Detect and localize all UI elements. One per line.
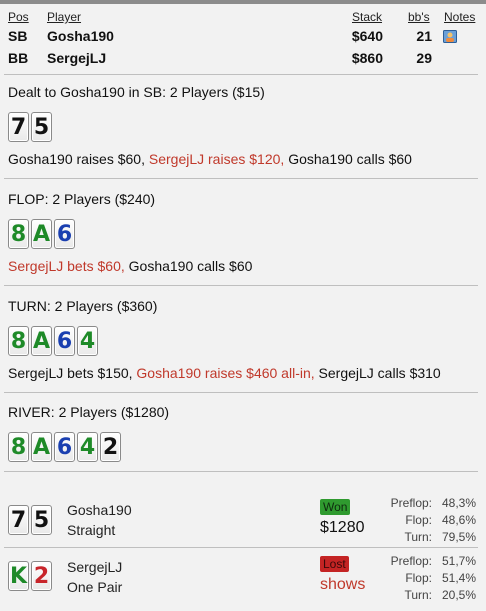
player-name[interactable]: SergejLJ (47, 50, 106, 66)
divider (4, 74, 478, 75)
playing-card: A (31, 326, 52, 356)
turn-actions: SergejLJ bets $150, Gosha190 raises $460… (8, 365, 441, 381)
pos-column-header[interactable]: Pos (8, 10, 29, 24)
flop-cards: 8A6 (8, 219, 75, 249)
playing-card: 8 (8, 326, 29, 356)
action-text: SergejLJ bets $60, (8, 258, 129, 274)
playing-card: 4 (77, 326, 98, 356)
action-text: SergejLJ raises $120, (148, 151, 289, 167)
notes-column-header[interactable]: Notes (444, 10, 475, 24)
playing-card: A (31, 219, 52, 249)
preflop-actions: Gosha190 raises $60, SergejLJ raises $12… (8, 151, 412, 167)
playing-card: 6 (54, 326, 75, 356)
playing-card: 2 (31, 561, 52, 591)
equity-value: 48,3% (441, 496, 476, 510)
playing-card: 6 (54, 219, 75, 249)
equity-value: 48,6% (441, 513, 476, 527)
flop-title: FLOP: 2 Players ($240) (8, 191, 156, 207)
divider (4, 285, 478, 286)
player-bbs: 29 (416, 50, 432, 66)
playing-card: 5 (31, 505, 52, 535)
equity-label: Preflop: (390, 554, 432, 568)
result-player-name[interactable]: Gosha190 (67, 502, 132, 518)
playing-card: 4 (77, 432, 98, 462)
player-pos: BB (8, 50, 29, 66)
player-name[interactable]: Gosha190 (47, 28, 114, 44)
player-stack: $860 (351, 50, 383, 66)
equity-value: 79,5% (441, 530, 476, 544)
playing-card: A (31, 432, 52, 462)
river-cards: 8A642 (8, 432, 121, 462)
equity-label: Turn: (404, 530, 432, 544)
equity-value: 51,7% (441, 554, 476, 568)
turn-cards: 8A64 (8, 326, 98, 356)
playing-card: 5 (31, 112, 52, 142)
river-title: RIVER: 2 Players ($1280) (8, 404, 170, 420)
bbs-column-header[interactable]: bb's (408, 10, 430, 24)
equity-label: Flop: (405, 571, 432, 585)
action-text: SergejLJ calls $310 (318, 365, 441, 381)
playing-card: 8 (8, 219, 29, 249)
playing-card: K (8, 561, 29, 591)
equity-value: 20,5% (441, 588, 476, 602)
action-text: Gosha190 calls $60 (288, 151, 412, 167)
equity-label: Preflop: (390, 496, 432, 510)
turn-title: TURN: 2 Players ($360) (8, 298, 158, 314)
player-column-header[interactable]: Player (47, 10, 81, 24)
equity-value: 51,4% (441, 571, 476, 585)
action-text: Gosha190 calls $60 (128, 258, 253, 274)
equity-label: Turn: (404, 588, 432, 602)
action-text: Gosha190 raises $60, (8, 151, 149, 167)
playing-card: 7 (8, 112, 29, 142)
playing-card: 7 (8, 505, 29, 535)
preflop-cards: 75 (8, 112, 52, 142)
preflop-title: Dealt to Gosha190 in SB: 2 Players ($15) (8, 84, 265, 100)
note-icon[interactable] (443, 30, 457, 43)
divider (4, 392, 478, 393)
win-amount: $1280 (320, 519, 365, 536)
result-hand: Straight (67, 522, 116, 538)
divider (4, 547, 478, 548)
result-player-name[interactable]: SergejLJ (67, 559, 122, 575)
playing-card: 8 (8, 432, 29, 462)
result-cards: K2 (8, 561, 52, 591)
playing-card: 2 (100, 432, 121, 462)
result-cards: 75 (8, 505, 52, 535)
action-text: SergejLJ bets $150, (8, 365, 137, 381)
won-badge: Won (320, 499, 351, 515)
lost-badge: Lost (320, 556, 349, 572)
result-hand: One Pair (67, 579, 123, 595)
divider (4, 178, 478, 179)
player-stack: $640 (351, 28, 383, 44)
player-pos: SB (8, 28, 28, 44)
top-border (0, 0, 486, 4)
flop-actions: SergejLJ bets $60, Gosha190 calls $60 (8, 258, 252, 274)
player-bbs: 21 (416, 28, 432, 44)
playing-card: 6 (54, 432, 75, 462)
action-text: Gosha190 raises $460 all-in, (136, 365, 319, 381)
divider (4, 471, 478, 472)
equity-label: Flop: (405, 513, 432, 527)
shows-label: shows (320, 576, 366, 593)
stack-column-header[interactable]: Stack (352, 10, 382, 24)
